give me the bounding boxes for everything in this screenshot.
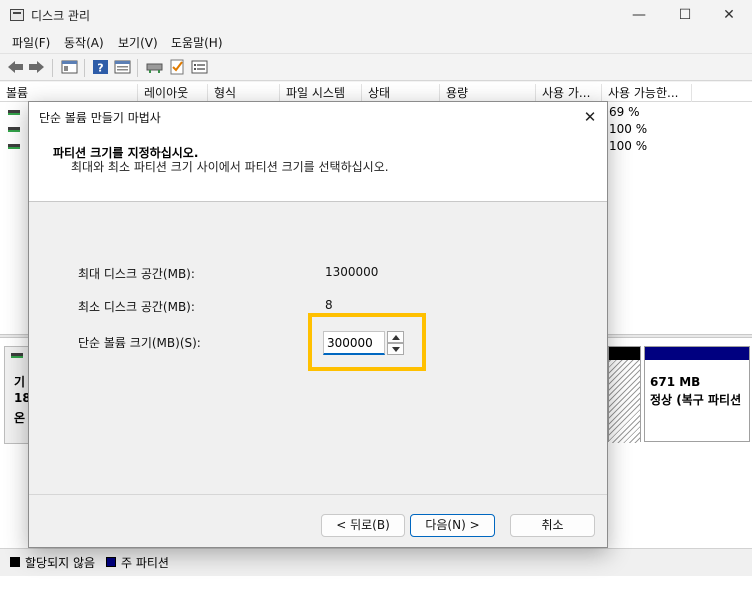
volume-size-input[interactable] bbox=[323, 331, 385, 355]
volume-size-label: 단순 볼륨 크기(MB)(S): bbox=[78, 336, 201, 350]
unallocated-swatch bbox=[10, 557, 20, 567]
max-space-label: 최대 디스크 공간(MB): bbox=[78, 267, 195, 281]
recovery-status: 정상 (복구 파티션 bbox=[650, 393, 742, 407]
dialog-title: 단순 볼륨 만들기 마법사 bbox=[39, 111, 161, 125]
volume-percent-free: 69 % bbox=[609, 105, 640, 119]
column-free-space[interactable]: 사용 가... bbox=[536, 84, 602, 102]
new-simple-volume-wizard: 단순 볼륨 만들기 마법사 ✕ 파티션 크기를 지정하십시오. 최대와 최소 파… bbox=[28, 101, 608, 548]
primary-partition-stripe bbox=[645, 347, 749, 360]
unallocated-pattern bbox=[609, 360, 640, 443]
menu-bar: 파일(F) 동작(A) 보기(V) 도움말(H) bbox=[0, 31, 752, 53]
list-icon[interactable] bbox=[191, 59, 208, 75]
forward-arrow-icon[interactable] bbox=[28, 59, 45, 75]
menu-help[interactable]: 도움말(H) bbox=[171, 34, 223, 51]
legend-bar: 할당되지 않음 주 파티션 bbox=[0, 548, 752, 576]
close-button[interactable]: ✕ bbox=[706, 0, 752, 31]
back-button[interactable]: < 뒤로(B) bbox=[321, 514, 405, 537]
dialog-close-button[interactable]: ✕ bbox=[573, 102, 607, 132]
dialog-titlebar: 단순 볼륨 만들기 마법사 ✕ bbox=[29, 102, 607, 132]
min-space-label: 최소 디스크 공간(MB): bbox=[78, 300, 195, 314]
properties-icon[interactable] bbox=[114, 59, 131, 75]
column-layout[interactable]: 레이아웃 bbox=[138, 84, 208, 102]
unallocated-partition[interactable] bbox=[608, 346, 641, 443]
check-icon[interactable] bbox=[169, 59, 186, 75]
toolbar-separator bbox=[137, 59, 138, 77]
drive-icon bbox=[8, 127, 20, 132]
help-icon[interactable]: ? bbox=[92, 59, 109, 75]
minimize-button[interactable]: — bbox=[616, 0, 662, 31]
column-type[interactable]: 형식 bbox=[208, 84, 280, 102]
console-tree-icon[interactable] bbox=[61, 59, 78, 75]
spin-down-button[interactable] bbox=[387, 343, 404, 355]
primary-swatch bbox=[106, 557, 116, 567]
column-status[interactable]: 상태 bbox=[362, 84, 440, 102]
disk-label-line: 온 bbox=[14, 411, 26, 425]
min-space-value: 8 bbox=[325, 298, 333, 312]
drive-icon bbox=[8, 144, 20, 149]
dialog-divider bbox=[29, 494, 607, 495]
dialog-header: 파티션 크기를 지정하십시오. 최대와 최소 파티션 크기 사이에서 파티션 크… bbox=[29, 132, 607, 202]
menu-file[interactable]: 파일(F) bbox=[12, 34, 50, 51]
maximize-button[interactable]: ☐ bbox=[662, 0, 708, 31]
disk-icon bbox=[11, 353, 23, 358]
recovery-partition[interactable]: 671 MB 정상 (복구 파티션 bbox=[644, 346, 750, 442]
toolbar-separator bbox=[84, 59, 85, 77]
connect-drive-icon[interactable] bbox=[146, 59, 163, 75]
disk-management-icon bbox=[10, 9, 24, 21]
column-file-system[interactable]: 파일 시스템 bbox=[280, 84, 362, 102]
window-title: 디스크 관리 bbox=[31, 9, 91, 23]
menu-action[interactable]: 동작(A) bbox=[64, 34, 104, 51]
volume-percent-free: 100 % bbox=[609, 139, 648, 153]
next-button[interactable]: 다음(N) > bbox=[410, 514, 495, 537]
recovery-size: 671 MB bbox=[650, 375, 701, 389]
window-titlebar: 디스크 관리 — ☐ ✕ bbox=[0, 0, 752, 31]
svg-text:?: ? bbox=[97, 62, 103, 75]
dialog-subheading: 최대와 최소 파티션 크기 사이에서 파티션 크기를 선택하십시오. bbox=[71, 160, 389, 174]
back-arrow-icon[interactable] bbox=[7, 59, 24, 75]
unallocated-stripe bbox=[609, 347, 640, 360]
toolbar: ? bbox=[0, 53, 752, 81]
cancel-button[interactable]: 취소 bbox=[510, 514, 595, 537]
max-space-value: 1300000 bbox=[325, 265, 379, 279]
toolbar-separator bbox=[52, 59, 53, 77]
column-percent-free[interactable]: 사용 가능한... bbox=[602, 84, 692, 102]
disk-label-line: 기 bbox=[14, 375, 26, 389]
volume-percent-free: 100 % bbox=[609, 122, 648, 136]
column-volume[interactable]: 볼륨 bbox=[0, 84, 138, 102]
legend-primary: 주 파티션 bbox=[121, 556, 169, 570]
legend-unallocated: 할당되지 않음 bbox=[25, 556, 96, 570]
spin-up-button[interactable] bbox=[387, 331, 404, 343]
volume-list-header: 볼륨 레이아웃 형식 파일 시스템 상태 용량 사용 가... 사용 가능한..… bbox=[0, 82, 752, 102]
menu-view[interactable]: 보기(V) bbox=[118, 34, 158, 51]
volume-size-stepper bbox=[387, 331, 404, 355]
drive-icon bbox=[8, 110, 20, 115]
column-capacity[interactable]: 용량 bbox=[440, 84, 536, 102]
